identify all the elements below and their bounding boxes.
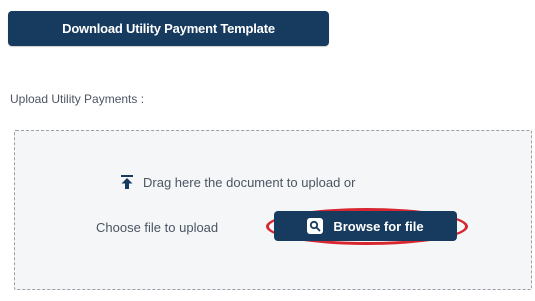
- choose-file-label: Choose file to upload: [96, 220, 219, 235]
- browse-button-label: Browse for file: [333, 218, 424, 234]
- file-dropzone[interactable]: Drag here the document to upload or Choo…: [14, 130, 532, 290]
- download-template-button[interactable]: Download Utility Payment Template: [8, 11, 329, 46]
- drag-instruction: Drag here the document to upload or: [119, 174, 355, 190]
- upload-section-label: Upload Utility Payments :: [10, 92, 145, 106]
- utility-payments-page: Download Utility Payment Template Upload…: [0, 0, 535, 301]
- search-icon: [307, 218, 324, 234]
- drag-instruction-text: Drag here the document to upload or: [143, 174, 356, 190]
- browse-for-file-button[interactable]: Browse for file: [274, 211, 457, 241]
- upload-arrow-icon: [119, 174, 135, 190]
